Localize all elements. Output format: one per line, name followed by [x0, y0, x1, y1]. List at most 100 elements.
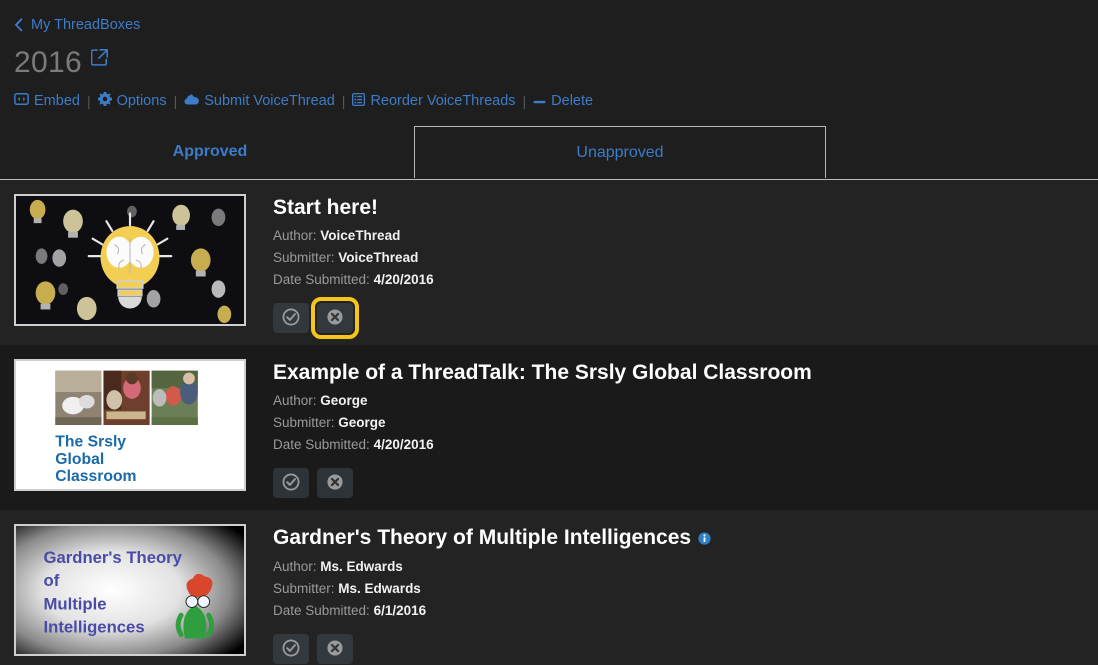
external-link-icon[interactable] — [90, 49, 109, 71]
voicethread-meta: Example of a ThreadTalk: The Srsly Globa… — [246, 357, 812, 498]
gear-icon — [97, 92, 112, 110]
toolbar-separator: | — [173, 93, 178, 109]
row-actions — [273, 297, 434, 339]
approve-icon — [282, 639, 300, 660]
submitter-value: George — [338, 415, 386, 430]
voicethread-thumbnail[interactable]: The Srsly Global Classroom — [14, 359, 246, 491]
back-link-label: My ThreadBoxes — [31, 17, 141, 33]
threadbox-title-row: 2016 — [14, 46, 1098, 84]
submitter-label: Submitter: — [273, 581, 335, 596]
author-line: Author: George — [273, 391, 812, 411]
tab-approved[interactable]: Approved — [6, 126, 414, 178]
svg-text:Global: Global — [55, 451, 104, 468]
reject-button[interactable] — [317, 634, 353, 664]
submitter-line: Submitter: VoiceThread — [273, 248, 434, 268]
approve-button[interactable] — [273, 468, 309, 498]
tab-approved-label: Approved — [172, 143, 248, 160]
submitter-value: VoiceThread — [338, 250, 419, 265]
tab-unapproved[interactable]: Unapproved — [414, 126, 826, 178]
voicethread-thumbnail[interactable]: Gardner's Theory of Multiple Intelligenc… — [14, 524, 246, 656]
date-submitted-label: Date Submitted: — [273, 603, 370, 618]
voicethread-thumbnail[interactable] — [14, 194, 246, 326]
approve-icon — [282, 308, 300, 329]
options-label: Options — [116, 93, 167, 109]
reject-icon — [326, 308, 344, 329]
toolbar-separator: | — [522, 93, 527, 109]
author-value: VoiceThread — [320, 228, 401, 243]
author-line: Author: VoiceThread — [273, 226, 434, 246]
tabs-bar: Approved Unapproved — [0, 126, 1098, 180]
row-actions — [273, 468, 812, 498]
reorder-voicethreads-label: Reorder VoiceThreads — [370, 93, 516, 109]
voicethread-title-text: Gardner's Theory of Multiple Intelligenc… — [273, 526, 692, 549]
submitter-label: Submitter: — [273, 415, 335, 430]
table-row: Gardner's Theory of Multiple Intelligenc… — [0, 510, 1098, 665]
embed-button[interactable]: Embed — [14, 93, 80, 109]
author-label: Author: — [273, 393, 317, 408]
author-value: George — [320, 393, 368, 408]
voicethread-meta: Gardner's Theory of Multiple Intelligenc… — [246, 522, 711, 664]
date-submitted-value: 4/20/2016 — [373, 272, 434, 287]
date-submitted-label: Date Submitted: — [273, 272, 370, 287]
date-submitted-value: 4/20/2016 — [373, 437, 434, 452]
info-icon[interactable] — [698, 526, 711, 551]
upload-icon — [184, 93, 200, 110]
options-button[interactable]: Options — [97, 92, 167, 110]
toolbar-separator: | — [341, 93, 346, 109]
chevron-left-icon — [14, 18, 24, 32]
approve-button[interactable] — [273, 303, 309, 333]
table-row: Start here! Author: VoiceThread Submitte… — [0, 180, 1098, 345]
voicethread-title-text: Start here! — [273, 196, 379, 219]
page-title: 2016 — [14, 46, 82, 79]
svg-text:Multiple: Multiple — [44, 594, 107, 613]
submitter-label: Submitter: — [273, 250, 335, 265]
list-icon — [352, 92, 366, 110]
threadbox-toolbar: Embed | Options | Submit VoiceThread | R… — [14, 90, 1098, 112]
row-actions — [273, 634, 711, 664]
voicethread-list: Start here! Author: VoiceThread Submitte… — [0, 180, 1098, 665]
date-submitted-line: Date Submitted: 4/20/2016 — [273, 435, 812, 455]
submitter-line: Submitter: George — [273, 413, 812, 433]
voicethread-title[interactable]: Start here! — [273, 195, 434, 220]
voicethread-meta: Start here! Author: VoiceThread Submitte… — [246, 192, 434, 339]
svg-text:Classroom: Classroom — [55, 468, 136, 485]
svg-text:of: of — [44, 571, 60, 590]
delete-label: Delete — [551, 93, 594, 109]
approve-button[interactable] — [273, 634, 309, 664]
toolbar-separator: | — [86, 93, 91, 109]
minus-icon — [533, 93, 546, 109]
submit-voicethread-label: Submit VoiceThread — [204, 93, 335, 109]
reject-button[interactable] — [317, 468, 353, 498]
svg-text:Gardner's Theory: Gardner's Theory — [44, 548, 183, 567]
reject-button[interactable] — [311, 297, 359, 339]
reject-icon — [326, 639, 344, 660]
author-label: Author: — [273, 228, 317, 243]
table-row: The Srsly Global Classroom Example of a … — [0, 345, 1098, 510]
voicethread-title[interactable]: Example of a ThreadTalk: The Srsly Globa… — [273, 360, 812, 385]
tabs-underline — [0, 179, 1098, 180]
date-submitted-line: Date Submitted: 4/20/2016 — [273, 270, 434, 290]
voicethread-title-text: Example of a ThreadTalk: The Srsly Globa… — [273, 361, 812, 384]
reject-icon — [326, 473, 344, 494]
delete-button[interactable]: Delete — [533, 93, 593, 109]
author-label: Author: — [273, 559, 317, 574]
back-to-my-threadboxes-link[interactable]: My ThreadBoxes — [14, 0, 140, 38]
embed-label: Embed — [34, 93, 80, 109]
svg-text:The Srsly: The Srsly — [55, 433, 126, 450]
voicethread-title[interactable]: Gardner's Theory of Multiple Intelligenc… — [273, 525, 711, 551]
submitter-value: Ms. Edwards — [338, 581, 421, 596]
submitter-line: Submitter: Ms. Edwards — [273, 579, 711, 599]
embed-icon — [14, 93, 29, 109]
page-header: My ThreadBoxes 2016 Embed | Options | Su… — [0, 0, 1098, 112]
author-value: Ms. Edwards — [320, 559, 403, 574]
date-submitted-value: 6/1/2016 — [373, 603, 427, 618]
author-line: Author: Ms. Edwards — [273, 557, 711, 577]
date-submitted-label: Date Submitted: — [273, 437, 370, 452]
date-submitted-line: Date Submitted: 6/1/2016 — [273, 601, 711, 621]
submit-voicethread-button[interactable]: Submit VoiceThread — [184, 93, 335, 110]
approve-icon — [282, 473, 300, 494]
tab-unapproved-label: Unapproved — [576, 143, 664, 161]
reorder-voicethreads-button[interactable]: Reorder VoiceThreads — [352, 92, 516, 110]
threadbox-page: My ThreadBoxes 2016 Embed | Options | Su… — [0, 0, 1098, 665]
svg-text:Intelligences: Intelligences — [44, 618, 145, 637]
